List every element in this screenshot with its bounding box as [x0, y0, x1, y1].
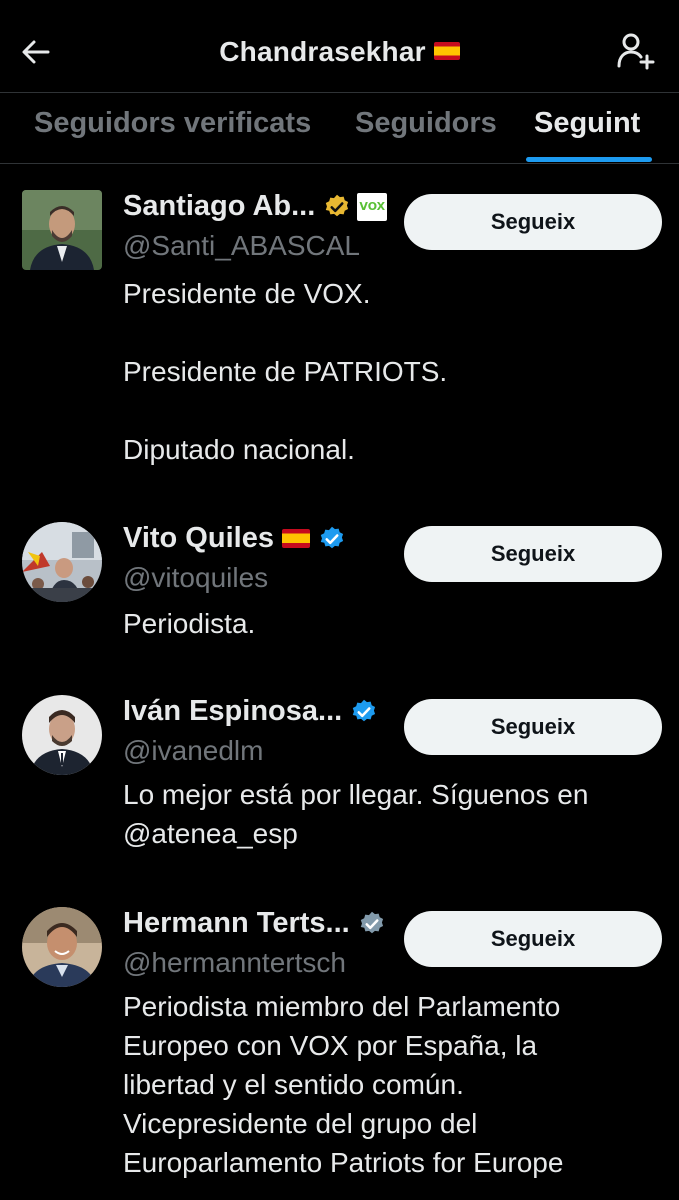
- blue-verified-icon: [318, 525, 346, 553]
- user-bio: Lo mejor está por llegar. Síguenos en @a…: [123, 779, 589, 849]
- user-bio: Periodista miembro del Parlamento Europe…: [123, 991, 564, 1178]
- page-title: Chandrasekhar: [219, 36, 426, 67]
- active-tab-indicator: [526, 157, 652, 162]
- gold-verified-icon: [323, 193, 351, 221]
- user-name[interactable]: Iván Espinosa...: [123, 695, 342, 728]
- top-bar: Chandrasekhar: [0, 0, 679, 92]
- add-user-icon[interactable]: [615, 30, 655, 70]
- user-name[interactable]: Vito Quiles: [123, 522, 274, 555]
- user-row[interactable]: Iván Espinosa... @ivanedlm Lo mejor está…: [0, 695, 679, 865]
- spain-flag-icon: [281, 529, 310, 548]
- vox-affiliate-logo: VOX: [357, 192, 388, 221]
- user-handle: @ivanedlm: [123, 735, 264, 766]
- user-handle: @Santi_ABASCAL: [123, 230, 360, 261]
- user-name-line: Santiago Ab... VOX: [123, 190, 388, 223]
- user-row[interactable]: Santiago Ab... VOX @Santi_ABASCAL Presid…: [0, 190, 679, 490]
- user-row[interactable]: Hermann Terts... @hermanntertsch Periodi…: [0, 907, 679, 1200]
- tabs-divider: [0, 163, 679, 164]
- blue-verified-icon: [350, 698, 378, 726]
- user-bio: Periodista.: [123, 608, 256, 639]
- user-name-line: Vito Quiles: [123, 522, 346, 555]
- user-name-line: Iván Espinosa...: [123, 695, 378, 728]
- avatar[interactable]: [22, 522, 102, 602]
- avatar[interactable]: [22, 695, 102, 775]
- follow-button[interactable]: Segueix: [404, 526, 662, 582]
- follow-button[interactable]: Segueix: [404, 911, 662, 967]
- follow-button[interactable]: Segueix: [404, 699, 662, 755]
- avatar[interactable]: [22, 907, 102, 987]
- avatar[interactable]: [22, 190, 102, 270]
- tab-verified-followers[interactable]: Seguidors verificats: [34, 107, 311, 140]
- tab-bar: Seguidors verificats Seguidors Seguint: [0, 93, 679, 163]
- user-handle: @hermanntertsch: [123, 947, 346, 978]
- user-name[interactable]: Santiago Ab...: [123, 190, 315, 223]
- spain-flag-icon: [433, 41, 460, 60]
- user-name[interactable]: Hermann Terts...: [123, 907, 350, 940]
- tab-following[interactable]: Seguint: [534, 107, 640, 140]
- user-handle: @vitoquiles: [123, 562, 269, 593]
- user-bio: Presidente de VOX. Presidente de PATRIOT…: [123, 278, 448, 465]
- follow-button[interactable]: Segueix: [404, 194, 662, 250]
- user-row[interactable]: Vito Quiles @vitoquiles Periodista. Segu…: [0, 522, 679, 642]
- tab-followers[interactable]: Seguidors: [355, 107, 497, 140]
- page-title-container: Chandrasekhar: [0, 36, 679, 68]
- user-name-line: Hermann Terts...: [123, 907, 386, 940]
- gray-verified-icon: [358, 910, 386, 938]
